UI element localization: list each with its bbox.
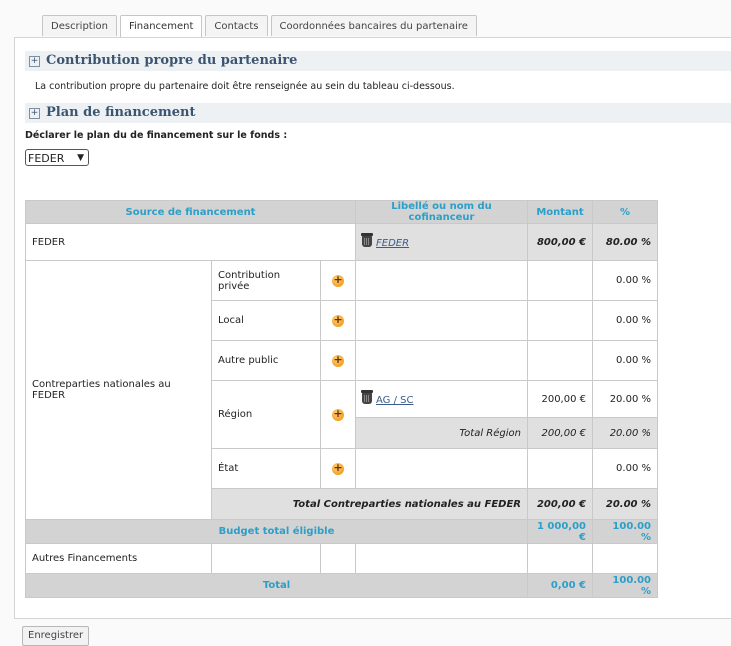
row-pct-autre: 0.00 %: [592, 340, 658, 381]
header-libelle: Libellé ou nom du cofinanceur: [355, 200, 528, 224]
row-pct-privee: 0.00 %: [592, 260, 658, 301]
row-label-region: Région: [211, 380, 321, 449]
expand-icon[interactable]: +: [29, 108, 40, 119]
tab-coordonnees-bancaires[interactable]: Coordonnées bancaires du partenaire: [270, 15, 477, 36]
table-row: Contreparties nationales au FEDER Contri…: [25, 260, 658, 520]
total-region-label: Total Région: [355, 417, 528, 449]
section-contribution-header[interactable]: + Contribution propre du partenaire: [25, 51, 731, 71]
header-pct: %: [592, 200, 658, 224]
total-region-montant: 200,00 €: [527, 417, 593, 449]
financing-table: Source de financement Libellé ou nom du …: [25, 200, 658, 598]
total-cn-label: Total Contreparties nationales au FEDER: [211, 488, 528, 520]
header-montant: Montant: [527, 200, 593, 224]
total-pct: 100.00 %: [592, 573, 658, 598]
trash-icon[interactable]: [361, 233, 373, 247]
add-icon[interactable]: [332, 461, 344, 475]
trash-icon[interactable]: [361, 390, 373, 404]
row-pct-etat: 0.00 %: [592, 448, 658, 489]
fund-select-value: FEDER: [28, 152, 65, 165]
feder-montant: 800,00 €: [527, 223, 593, 261]
budget-montant: 1 000,00 €: [527, 519, 593, 544]
row-label-local: Local: [211, 300, 321, 341]
header-source: Source de financement: [25, 200, 356, 224]
row-label-autre: Autre public: [211, 340, 321, 381]
autres-label: Autres Financements: [25, 543, 212, 574]
table-row: Budget total éligible 1 000,00 € 100.00 …: [25, 519, 658, 544]
tab-contacts[interactable]: Contacts: [205, 15, 268, 36]
table-row: Autres Financements: [25, 543, 658, 574]
feder-link[interactable]: FEDER: [376, 238, 409, 249]
table-row: FEDER FEDER 800,00 € 80.00 %: [25, 223, 658, 261]
tab-bar: Description Financement Contacts Coordon…: [42, 15, 477, 38]
row-pct-local: 0.00 %: [592, 300, 658, 341]
total-montant: 0,00 €: [527, 573, 593, 598]
contreparties-label: Contreparties nationales au FEDER: [25, 260, 212, 520]
feder-libelle-cell: FEDER: [355, 223, 528, 261]
table-row: Total 0,00 € 100.00 %: [25, 573, 658, 598]
region-link[interactable]: AG / SC: [376, 395, 413, 406]
total-cn-montant: 200,00 €: [527, 488, 593, 520]
total-label: Total: [25, 573, 528, 598]
total-cn-pct: 20.00 %: [592, 488, 658, 520]
fund-label: Déclarer le plan du de financement sur l…: [25, 130, 288, 141]
save-button[interactable]: Enregistrer: [22, 626, 90, 646]
contribution-text: La contribution propre du partenaire doi…: [35, 81, 455, 92]
table-header-row: Source de financement Libellé ou nom du …: [25, 200, 658, 224]
add-icon[interactable]: [332, 353, 344, 367]
add-icon[interactable]: [332, 407, 344, 421]
add-icon[interactable]: [332, 273, 344, 287]
chevron-down-icon: ▼: [77, 153, 84, 163]
feder-pct: 80.00 %: [592, 223, 658, 261]
budget-pct: 100.00 %: [592, 519, 658, 544]
section-contribution-title: Contribution propre du partenaire: [46, 53, 298, 68]
row-label-privee: Contribution privée: [211, 260, 321, 301]
fund-select[interactable]: FEDER ▼: [25, 149, 89, 166]
tab-financement[interactable]: Financement: [119, 15, 203, 38]
expand-icon[interactable]: +: [29, 56, 40, 67]
row-montant-region: 200,00 €: [527, 380, 593, 418]
budget-label: Budget total éligible: [25, 519, 528, 544]
tab-description[interactable]: Description: [42, 15, 117, 36]
region-libelle-cell: AG / SC: [355, 380, 528, 418]
total-region-pct: 20.00 %: [592, 417, 658, 449]
section-plan-title: Plan de financement: [46, 105, 196, 120]
row-pct-region: 20.00 %: [592, 380, 658, 418]
add-icon[interactable]: [332, 313, 344, 327]
section-plan-header[interactable]: + Plan de financement: [25, 103, 731, 123]
feder-label: FEDER: [25, 223, 356, 261]
row-label-etat: État: [211, 448, 321, 489]
financement-panel: + Contribution propre du partenaire La co…: [14, 37, 731, 619]
